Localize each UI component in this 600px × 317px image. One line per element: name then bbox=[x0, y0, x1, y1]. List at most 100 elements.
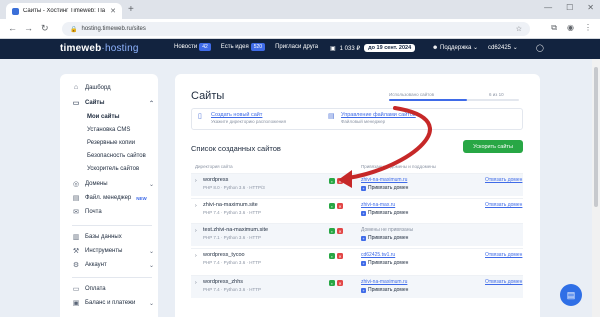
site-info-icon[interactable]: 🔒 bbox=[70, 26, 77, 33]
bind-domain-link[interactable]: + Привязать домен bbox=[361, 287, 408, 293]
unbind-domain-link[interactable]: Отвязать домен bbox=[485, 252, 522, 258]
sidebar-item-label: Домены bbox=[85, 181, 108, 187]
unbind-domain-link[interactable]: Отвязать домен bbox=[485, 177, 522, 183]
sidebar-item-account[interactable]: ⚙ Аккаунт ⌄ bbox=[72, 261, 154, 269]
status-ok-icon[interactable]: ▪ bbox=[329, 253, 335, 259]
sidebar-sub-my-sites[interactable]: Мои сайты bbox=[87, 114, 120, 120]
unbind-domain-link[interactable]: Отвязать домен bbox=[485, 202, 522, 208]
site-row[interactable]: › zhivi-na-maximum.site PHP 7.4 · Python 3… bbox=[191, 198, 523, 221]
site-row[interactable]: › wordpress PHP 8.0 · Python 3.6 · HTTP/3 ▪… bbox=[191, 173, 523, 196]
wallet-icon: ▣ bbox=[330, 45, 336, 52]
user-avatar-icon[interactable]: ◯ bbox=[536, 44, 544, 52]
sidebar-item-balance-payments[interactable]: ▣ Баланс и платежи ⌄ bbox=[72, 299, 154, 307]
profile-icon[interactable]: ◉ bbox=[567, 23, 574, 33]
menu-icon[interactable]: ⋮ bbox=[584, 23, 592, 33]
sidebar-item-payment[interactable]: ▭ Оплата bbox=[72, 285, 154, 293]
sidebar-item-file-manager[interactable]: ▤ Файл. менеджер NEW bbox=[72, 194, 154, 202]
create-site-hint: Укажите директорию расположения bbox=[211, 119, 287, 124]
support-menu[interactable]: ☻ Поддержка ⌄ bbox=[432, 44, 478, 51]
timeweb-favicon-icon bbox=[12, 7, 19, 15]
site-domain[interactable]: cd62425.tw1.ru bbox=[361, 252, 395, 258]
chevron-down-icon: ⌄ bbox=[148, 248, 154, 255]
bind-domain-link[interactable]: + Привязать домен bbox=[361, 235, 408, 241]
url-field[interactable]: 🔒 hosting.timeweb.ru/sites ☆ bbox=[62, 22, 530, 36]
support-label: Поддержка bbox=[440, 45, 472, 51]
account-menu[interactable]: cd62425 ⌄ bbox=[488, 44, 518, 51]
page-scrollbar[interactable] bbox=[592, 59, 600, 317]
logo-light: ·hosting bbox=[101, 43, 139, 54]
sidebar-item-label: Базы данных bbox=[85, 234, 122, 240]
sidebar-sub-security[interactable]: Безопасность сайтов bbox=[87, 153, 146, 159]
scrollbar-thumb[interactable] bbox=[594, 67, 598, 207]
site-row[interactable]: › wordpress_zhhs PHP 7.4 · Python 3.6 · HT… bbox=[191, 275, 523, 298]
chevron-down-icon: ⌄ bbox=[512, 45, 518, 51]
expand-icon[interactable]: › bbox=[195, 228, 197, 234]
create-site-link[interactable]: Создать новый сайт bbox=[211, 112, 286, 119]
accelerate-sites-button[interactable]: Ускорить сайты bbox=[463, 140, 523, 153]
site-row[interactable]: › wordpress_tycoo PHP 7.4 · Python 3.6 · H… bbox=[191, 248, 523, 271]
sidebar-sub-accelerator[interactable]: Ускоритель сайтов bbox=[87, 166, 139, 172]
site-meta: PHP 8.0 · Python 3.6 · HTTP/3 bbox=[203, 185, 265, 190]
new-badge: NEW bbox=[136, 195, 147, 201]
invite-friend-link[interactable]: Пригласи друга bbox=[275, 44, 318, 50]
url-text: hosting.timeweb.ru/sites bbox=[81, 26, 146, 32]
sites-list-title: Список созданных сайтов bbox=[191, 144, 281, 153]
delete-icon[interactable]: ✕ bbox=[337, 203, 343, 209]
forward-icon[interactable]: → bbox=[24, 23, 33, 33]
reload-icon[interactable]: ↻ bbox=[41, 23, 49, 34]
balance-widget[interactable]: ▣ 1 033 ₽ до 19 сент. 2024 bbox=[330, 44, 416, 52]
news-link[interactable]: Новости 42 bbox=[174, 43, 211, 51]
sidebar-item-dashboard[interactable]: ⌂ Дашборд bbox=[72, 84, 154, 91]
window-close-icon[interactable]: ✕ bbox=[587, 3, 594, 12]
sidebar-item-mail[interactable]: ✉ Почта bbox=[72, 208, 154, 216]
site-row[interactable]: › test.zhivi-na-maximum.site PHP 7.1 · Pyt… bbox=[191, 223, 523, 246]
back-icon[interactable]: ← bbox=[8, 23, 17, 33]
extensions-icon[interactable]: ⧉ bbox=[551, 23, 557, 33]
delete-icon[interactable]: ✕ bbox=[337, 228, 343, 234]
timeweb-logo[interactable]: timeweb·hosting bbox=[60, 43, 139, 54]
delete-icon[interactable]: ✕ bbox=[337, 178, 343, 184]
sidebar-item-sites[interactable]: ▭ Сайты ⌃ bbox=[72, 99, 154, 107]
bind-domain-link[interactable]: + Привязать домен bbox=[361, 210, 408, 216]
dashboard-icon: ⌂ bbox=[73, 84, 79, 91]
expand-icon[interactable]: › bbox=[195, 178, 197, 184]
minimize-icon[interactable]: — bbox=[544, 3, 552, 12]
site-meta: PHP 7.4 · Python 3.6 · HTTP bbox=[203, 260, 261, 265]
sidebar-item-tools[interactable]: ⚒ Инструменты ⌄ bbox=[72, 247, 154, 255]
ideas-link[interactable]: Есть идея 520 bbox=[221, 43, 266, 51]
status-ok-icon[interactable]: ▪ bbox=[329, 228, 335, 234]
sidebar-sub-backups[interactable]: Резервные копии bbox=[87, 140, 135, 146]
status-ok-icon[interactable]: ▪ bbox=[329, 203, 335, 209]
chat-support-button[interactable]: ▤ bbox=[560, 284, 582, 306]
site-domain[interactable]: zhivi-na-max.ru bbox=[361, 202, 395, 208]
expand-icon[interactable]: › bbox=[195, 253, 197, 259]
sidebar-sub-install-cms[interactable]: Установка CMS bbox=[87, 127, 130, 133]
expand-icon[interactable]: › bbox=[195, 280, 197, 286]
bind-domain-link[interactable]: + Привязать домен bbox=[361, 260, 408, 266]
star-icon[interactable]: ☆ bbox=[516, 25, 522, 33]
delete-icon[interactable]: ✕ bbox=[337, 280, 343, 286]
site-domain[interactable]: zhivi-na-maximum.ru bbox=[361, 177, 407, 183]
close-tab-icon[interactable]: ✕ bbox=[110, 7, 116, 15]
bind-domain-link[interactable]: + Привязать домен bbox=[361, 185, 408, 191]
new-tab-icon[interactable]: + bbox=[128, 4, 134, 15]
file-manager-action[interactable]: ▤ Управление файлами сайтов Файловый мен… bbox=[328, 112, 416, 125]
sidebar-item-databases[interactable]: ▥ Базы данных bbox=[72, 233, 154, 241]
status-ok-icon[interactable]: ▪ bbox=[329, 178, 335, 184]
delete-icon[interactable]: ✕ bbox=[337, 253, 343, 259]
plus-icon: + bbox=[361, 185, 366, 191]
browser-tab[interactable]: Сайты - Хостинг Timeweb: Па ✕ bbox=[6, 3, 122, 19]
usage-progress-fill bbox=[389, 99, 467, 101]
create-site-action[interactable]: ▯ Создать новый сайт Укажите директорию … bbox=[198, 112, 286, 125]
site-directory: test.zhivi-na-maximum.site bbox=[203, 227, 269, 233]
site-domain[interactable]: zhivi-na-maximum.ru bbox=[361, 279, 407, 285]
expand-icon[interactable]: › bbox=[195, 203, 197, 209]
sidebar-item-domains[interactable]: ◎ Домены ⌄ bbox=[72, 180, 154, 188]
sidebar-item-label: Файл. менеджер bbox=[85, 195, 132, 201]
unbind-domain-link[interactable]: Отвязать домен bbox=[485, 279, 522, 285]
sidebar-item-label: Почта bbox=[85, 209, 102, 215]
status-ok-icon[interactable]: ▪ bbox=[329, 280, 335, 286]
maximize-icon[interactable]: ☐ bbox=[566, 3, 573, 12]
file-manager-link[interactable]: Управление файлами сайтов bbox=[341, 112, 416, 119]
sites-table-header: Директория сайта Привязанные домены и по… bbox=[191, 163, 523, 172]
